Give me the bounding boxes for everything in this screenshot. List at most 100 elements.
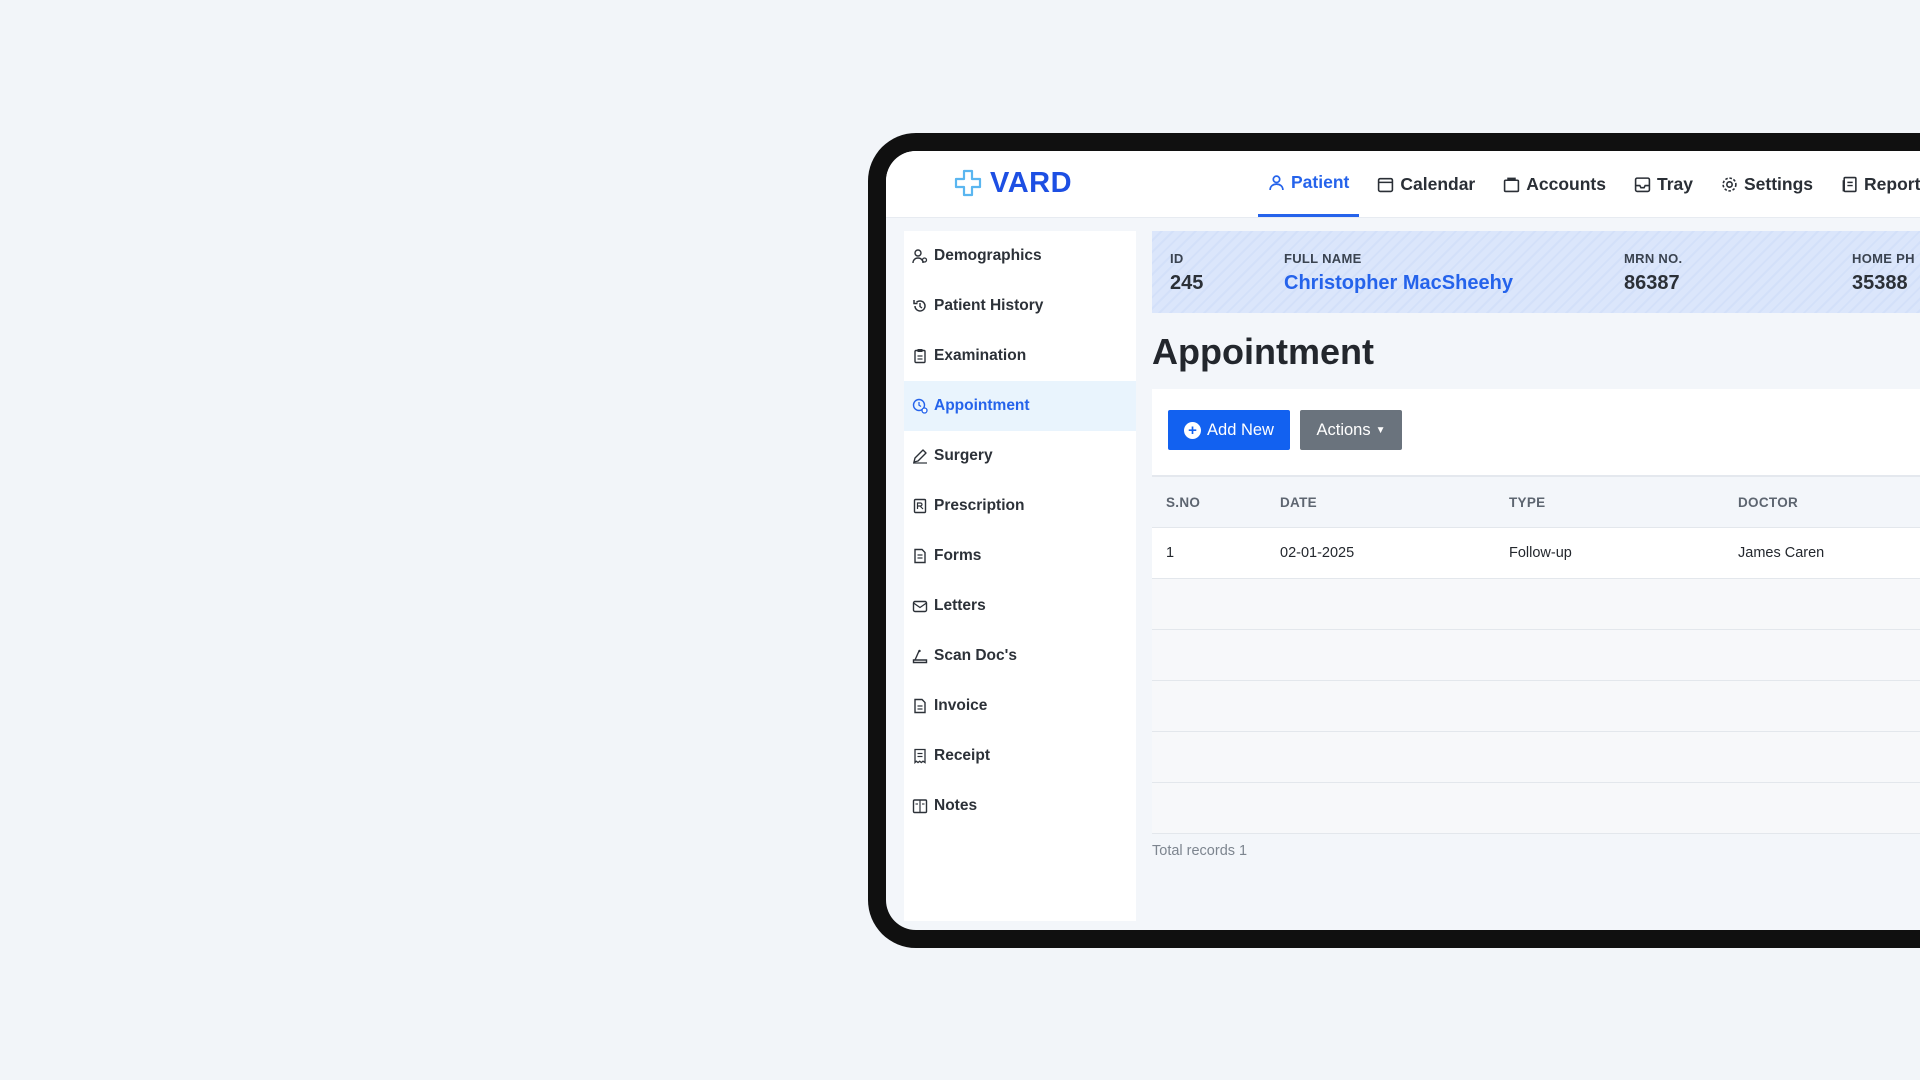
tray-icon <box>1634 176 1651 192</box>
patient-phone-field: HOME PH 35388 <box>1852 251 1915 295</box>
patient-name-field: FULL NAME Christopher MacSheehy <box>1284 251 1513 295</box>
empty-table-row <box>1152 681 1920 732</box>
sidebar-item-label: Letters <box>934 597 986 614</box>
sidebar-item-scan-docs[interactable]: Scan Doc's <box>904 631 1136 681</box>
column-header[interactable]: DATE <box>1266 495 1495 510</box>
table-cell-type: Follow-up <box>1509 545 1572 561</box>
table-cell-doctor: James Caren <box>1738 545 1825 561</box>
sidebar-item-label: Notes <box>934 797 978 814</box>
sidebar-item-label: Patient History <box>934 297 1044 314</box>
column-header[interactable]: TYPE <box>1495 495 1724 510</box>
sidebar-item-surgery[interactable]: Surgery <box>904 431 1136 481</box>
patient-sidebar: Demographics Patient History Examination… <box>904 231 1136 921</box>
demographics-icon <box>912 249 928 264</box>
patient-phone-label: HOME PH <box>1852 251 1915 266</box>
patient-banner: ID 245 FULL NAME Christopher MacSheehy M… <box>1152 231 1920 313</box>
sidebar-item-demographics[interactable]: Demographics <box>904 231 1136 281</box>
patient-id-value: 245 <box>1170 272 1204 294</box>
nav-patient[interactable]: Patient <box>1258 151 1360 217</box>
letter-icon <box>912 600 928 613</box>
nav-label: Tray <box>1656 173 1693 194</box>
empty-table-row <box>1152 783 1920 834</box>
nav-reports[interactable]: Reports <box>1831 151 1920 217</box>
page-title: Appointment <box>1152 331 1374 372</box>
clipboard-icon <box>914 349 926 364</box>
add-new-button[interactable]: + Add New <box>1168 410 1290 450</box>
add-new-label: Add New <box>1207 420 1274 439</box>
nav-label: Accounts <box>1526 173 1606 194</box>
sidebar-item-label: Examination <box>934 347 1027 364</box>
empty-table-row <box>1152 630 1920 681</box>
nav-calendar[interactable]: Calendar <box>1367 151 1485 217</box>
gear-icon <box>1722 176 1737 192</box>
brand-logo[interactable]: VARD <box>954 165 1072 201</box>
sidebar-item-appointment[interactable]: Appointment <box>904 381 1136 431</box>
reports-icon <box>1842 176 1857 192</box>
receipt-icon <box>914 748 926 764</box>
sidebar-item-label: Receipt <box>934 747 990 764</box>
sidebar-item-label: Appointment <box>934 397 1030 414</box>
sidebar-item-prescription[interactable]: Prescription <box>904 481 1136 531</box>
table-header: S.NO DATE TYPE DOCTOR <box>1152 477 1920 528</box>
patient-mrn-label: MRN NO. <box>1624 251 1683 266</box>
main-nav: Patient Calendar Accounts Tray Settings <box>1258 151 1920 217</box>
nav-label: Settings <box>1743 173 1814 194</box>
table-row[interactable]: 1 02-01-2025 Follow-up James Caren <box>1152 528 1920 579</box>
appointments-table: S.NO DATE TYPE DOCTOR 1 02-01-2025 Follo… <box>1152 477 1920 834</box>
history-icon <box>913 300 926 312</box>
prescription-icon <box>913 498 927 514</box>
sidebar-item-letters[interactable]: Letters <box>904 581 1136 631</box>
plus-circle-icon: + <box>1184 421 1202 439</box>
invoice-icon <box>914 698 926 714</box>
pen-icon <box>913 449 927 464</box>
caret-down-icon: ▼ <box>1375 424 1386 436</box>
accounts-icon <box>1504 177 1520 192</box>
table-cell-date: 02-01-2025 <box>1280 545 1355 561</box>
sidebar-item-invoice[interactable]: Invoice <box>904 681 1136 731</box>
user-icon <box>1269 175 1284 191</box>
sidebar-item-label: Forms <box>934 547 982 564</box>
patient-mrn-value: 86387 <box>1624 272 1680 294</box>
notes-icon <box>912 799 928 814</box>
sidebar-item-patient-history[interactable]: Patient History <box>904 281 1136 331</box>
nav-accounts[interactable]: Accounts <box>1493 151 1616 217</box>
patient-name-link[interactable]: Christopher MacSheehy <box>1284 272 1513 295</box>
nav-tray[interactable]: Tray <box>1624 151 1703 217</box>
form-icon <box>914 548 926 564</box>
empty-table-row <box>1152 579 1920 630</box>
nav-label: Calendar <box>1400 173 1476 194</box>
sidebar-item-forms[interactable]: Forms <box>904 531 1136 581</box>
app-screen: VARD Patient Calendar Accounts Tray Sett… <box>886 151 1920 930</box>
sidebar-item-label: Surgery <box>934 447 993 464</box>
total-records: Total records 1 <box>1152 843 1248 859</box>
scan-icon <box>912 649 928 664</box>
nav-label: Reports <box>1864 173 1920 194</box>
table-cell-sno: 1 <box>1166 545 1175 561</box>
medical-cross-icon <box>954 169 982 197</box>
patient-id-field: ID 245 <box>1170 251 1203 295</box>
patient-phone-value: 35388 <box>1852 272 1908 294</box>
patient-id-label: ID <box>1170 251 1184 266</box>
toolbar: + Add New Actions ▼ <box>1152 389 1920 477</box>
sidebar-item-label: Invoice <box>934 697 988 714</box>
empty-table-row <box>1152 732 1920 783</box>
tablet-frame: VARD Patient Calendar Accounts Tray Sett… <box>868 133 1920 948</box>
patient-mrn-field: MRN NO. 86387 <box>1624 251 1682 295</box>
column-header[interactable]: DOCTOR <box>1724 495 1920 510</box>
sidebar-item-label: Scan Doc's <box>934 647 1017 664</box>
column-header[interactable]: S.NO <box>1152 495 1266 510</box>
brand-name: VARD <box>990 166 1073 199</box>
sidebar-item-label: Demographics <box>934 247 1042 264</box>
calendar-icon <box>1378 177 1394 192</box>
actions-label: Actions <box>1316 420 1371 439</box>
patient-name-label: FULL NAME <box>1284 251 1362 266</box>
sidebar-item-notes[interactable]: Notes <box>904 781 1136 831</box>
actions-dropdown-button[interactable]: Actions ▼ <box>1300 410 1402 450</box>
sidebar-item-examination[interactable]: Examination <box>904 331 1136 381</box>
top-navbar: VARD Patient Calendar Accounts Tray Sett… <box>886 151 1920 218</box>
nav-label: Patient <box>1291 172 1350 192</box>
appointment-icon <box>912 398 928 414</box>
sidebar-item-receipt[interactable]: Receipt <box>904 731 1136 781</box>
sidebar-item-label: Prescription <box>934 497 1025 514</box>
nav-settings[interactable]: Settings <box>1711 151 1823 217</box>
